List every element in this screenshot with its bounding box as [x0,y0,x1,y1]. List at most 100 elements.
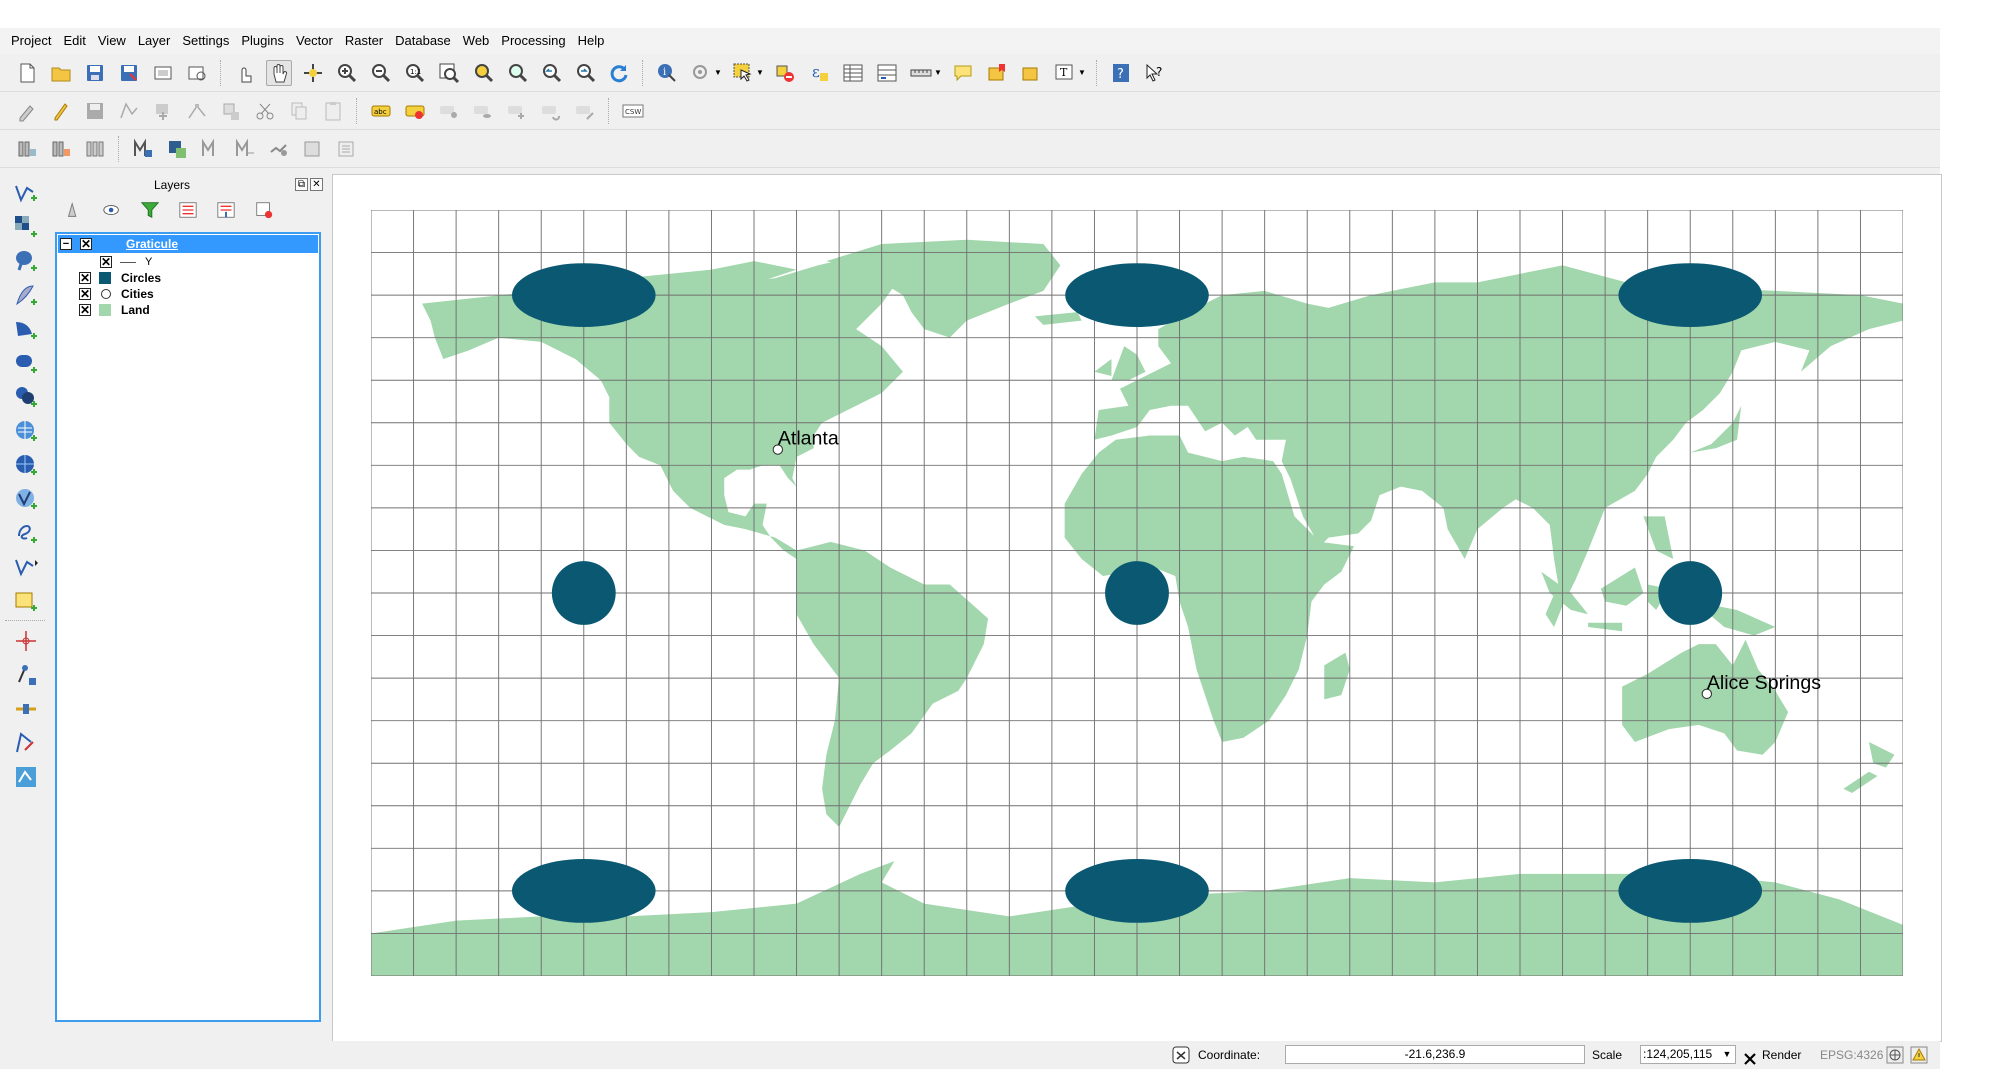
add-vector-icon[interactable] [11,178,41,208]
layer-diagram-icon[interactable] [402,98,428,124]
text-annotation-icon[interactable]: T [1052,60,1078,86]
manage-visibility-icon[interactable] [100,198,124,222]
add-wfs-layer-icon[interactable] [11,484,41,514]
add-wcs-layer-icon[interactable] [11,450,41,480]
layer-graticule[interactable]: − ✕ Graticule [58,235,318,253]
current-edits-icon[interactable] [14,98,40,124]
circles-checkbox[interactable]: ✕ [79,272,91,284]
georeferencer-icon[interactable] [11,762,41,792]
zoom-to-layer-icon[interactable] [504,60,530,86]
add-oracle-layer-icon[interactable] [11,348,41,378]
menu-raster[interactable]: Raster [339,28,389,54]
add-virtual-layer-icon[interactable] [11,552,41,582]
zoom-last-icon[interactable] [538,60,564,86]
zoom-to-selection-icon[interactable] [470,60,496,86]
land-checkbox[interactable]: ✕ [79,304,91,316]
add-wcs-icon[interactable] [300,136,326,162]
touch-zoom-icon[interactable] [232,60,258,86]
render-checkbox[interactable] [1743,1048,1757,1065]
layer-cities[interactable]: ✕ Cities [57,286,319,302]
add-spatialite-icon[interactable] [232,136,258,162]
add-node-icon[interactable] [11,660,41,690]
menu-plugins[interactable]: Plugins [235,28,290,54]
close-panel-icon[interactable]: ✕ [310,178,323,191]
pan-map-icon[interactable] [266,59,292,86]
add-delimited-text-icon[interactable] [11,518,41,548]
map-canvas[interactable]: Atlanta Alice Springs [332,174,1942,1042]
expand-all-icon[interactable] [176,198,200,222]
new-print-composer-icon[interactable] [150,60,176,86]
messages-icon[interactable] [1172,1046,1190,1064]
select-by-expression-icon[interactable]: ε [806,60,832,86]
graticule-checkbox[interactable]: ✕ [80,238,92,250]
zoom-out-icon[interactable] [368,60,394,86]
move-label-icon[interactable] [504,98,530,124]
menu-processing[interactable]: Processing [495,28,571,54]
filter-legend-icon[interactable] [138,198,162,222]
menu-help[interactable]: Help [572,28,611,54]
reshape-icon[interactable] [11,728,41,758]
add-raster-icon[interactable] [11,212,41,242]
layer-labeling-icon[interactable]: abc [368,98,394,124]
measure-dropdown-icon[interactable]: ▼ [934,60,942,86]
world-map[interactable]: Atlanta Alice Springs [371,210,1903,976]
add-raster-layer-icon[interactable] [164,136,190,162]
menu-web[interactable]: Web [457,28,496,54]
refresh-icon[interactable] [606,60,632,86]
add-wms-icon[interactable] [266,136,292,162]
select-dropdown-icon[interactable]: ▼ [756,60,764,86]
node-tool-icon[interactable] [184,98,210,124]
add-wfs-icon[interactable] [334,136,360,162]
collapse-toggle[interactable]: − [60,238,72,250]
add-feature-icon[interactable] [116,98,142,124]
layer-graticule-y[interactable]: ✕ Y [57,254,319,270]
zoom-native-icon[interactable]: 1:1 [402,60,428,86]
crs-globe-icon[interactable] [1886,1046,1904,1064]
save-layer-edits-icon[interactable] [82,98,108,124]
db-export-icon[interactable] [82,136,108,162]
db-import-icon[interactable] [48,136,74,162]
menu-layer[interactable]: Layer [132,28,177,54]
composer-manager-icon[interactable] [184,60,210,86]
map-tips-balloon-icon[interactable] [950,60,976,86]
cities-checkbox[interactable]: ✕ [79,288,91,300]
save-project-icon[interactable] [82,60,108,86]
graticule-y-checkbox[interactable]: ✕ [100,256,112,268]
pan-to-selection-icon[interactable] [300,60,326,86]
float-panel-icon[interactable]: ⧉ [295,178,308,191]
measure-line-icon[interactable] [908,60,934,86]
delete-selected-icon[interactable] [218,98,244,124]
show-bookmarks-icon[interactable] [1018,60,1044,86]
add-postgis-layer-icon[interactable] [11,246,41,276]
paste-features-icon[interactable] [320,98,346,124]
menu-edit[interactable]: Edit [57,28,91,54]
open-project-icon[interactable] [48,60,74,86]
cut-features-icon[interactable] [252,98,278,124]
zoom-full-icon[interactable] [436,60,462,86]
add-point-icon[interactable] [11,626,41,656]
menu-settings[interactable]: Settings [176,28,235,54]
field-calculator-icon[interactable] [874,60,900,86]
add-spatialite-layer-icon[interactable] [11,280,41,310]
zoom-next-icon[interactable] [572,60,598,86]
add-db2-layer-icon[interactable] [11,382,41,412]
toggle-editing-icon[interactable] [48,98,74,124]
map-tips-dropdown-icon[interactable]: ▼ [714,60,722,86]
new-project-icon[interactable] [14,60,40,86]
rotate-label-icon[interactable] [538,98,564,124]
menu-vector[interactable]: Vector [290,28,339,54]
pin-labels-icon[interactable] [436,98,462,124]
annotation-dropdown-icon[interactable]: ▼ [1078,60,1086,86]
layer-land[interactable]: ✕ Land [57,302,319,318]
attribute-table-icon[interactable] [840,60,866,86]
layer-circles[interactable]: ✕ Circles [57,270,319,286]
csw-icon[interactable]: CSW [620,98,646,124]
warning-icon[interactable] [1910,1046,1928,1064]
db-manager-icon[interactable] [14,136,40,162]
add-postgis-icon[interactable] [198,136,224,162]
scale-dropdown-icon[interactable]: ▼ [1720,1045,1734,1064]
menu-view[interactable]: View [92,28,132,54]
select-features-icon[interactable] [730,60,756,86]
layers-tree[interactable]: − ✕ Graticule ✕ Y ✕ Circles ✕ Cities ✕ L… [55,232,321,1022]
whats-this-icon[interactable]: ? [1142,60,1168,86]
